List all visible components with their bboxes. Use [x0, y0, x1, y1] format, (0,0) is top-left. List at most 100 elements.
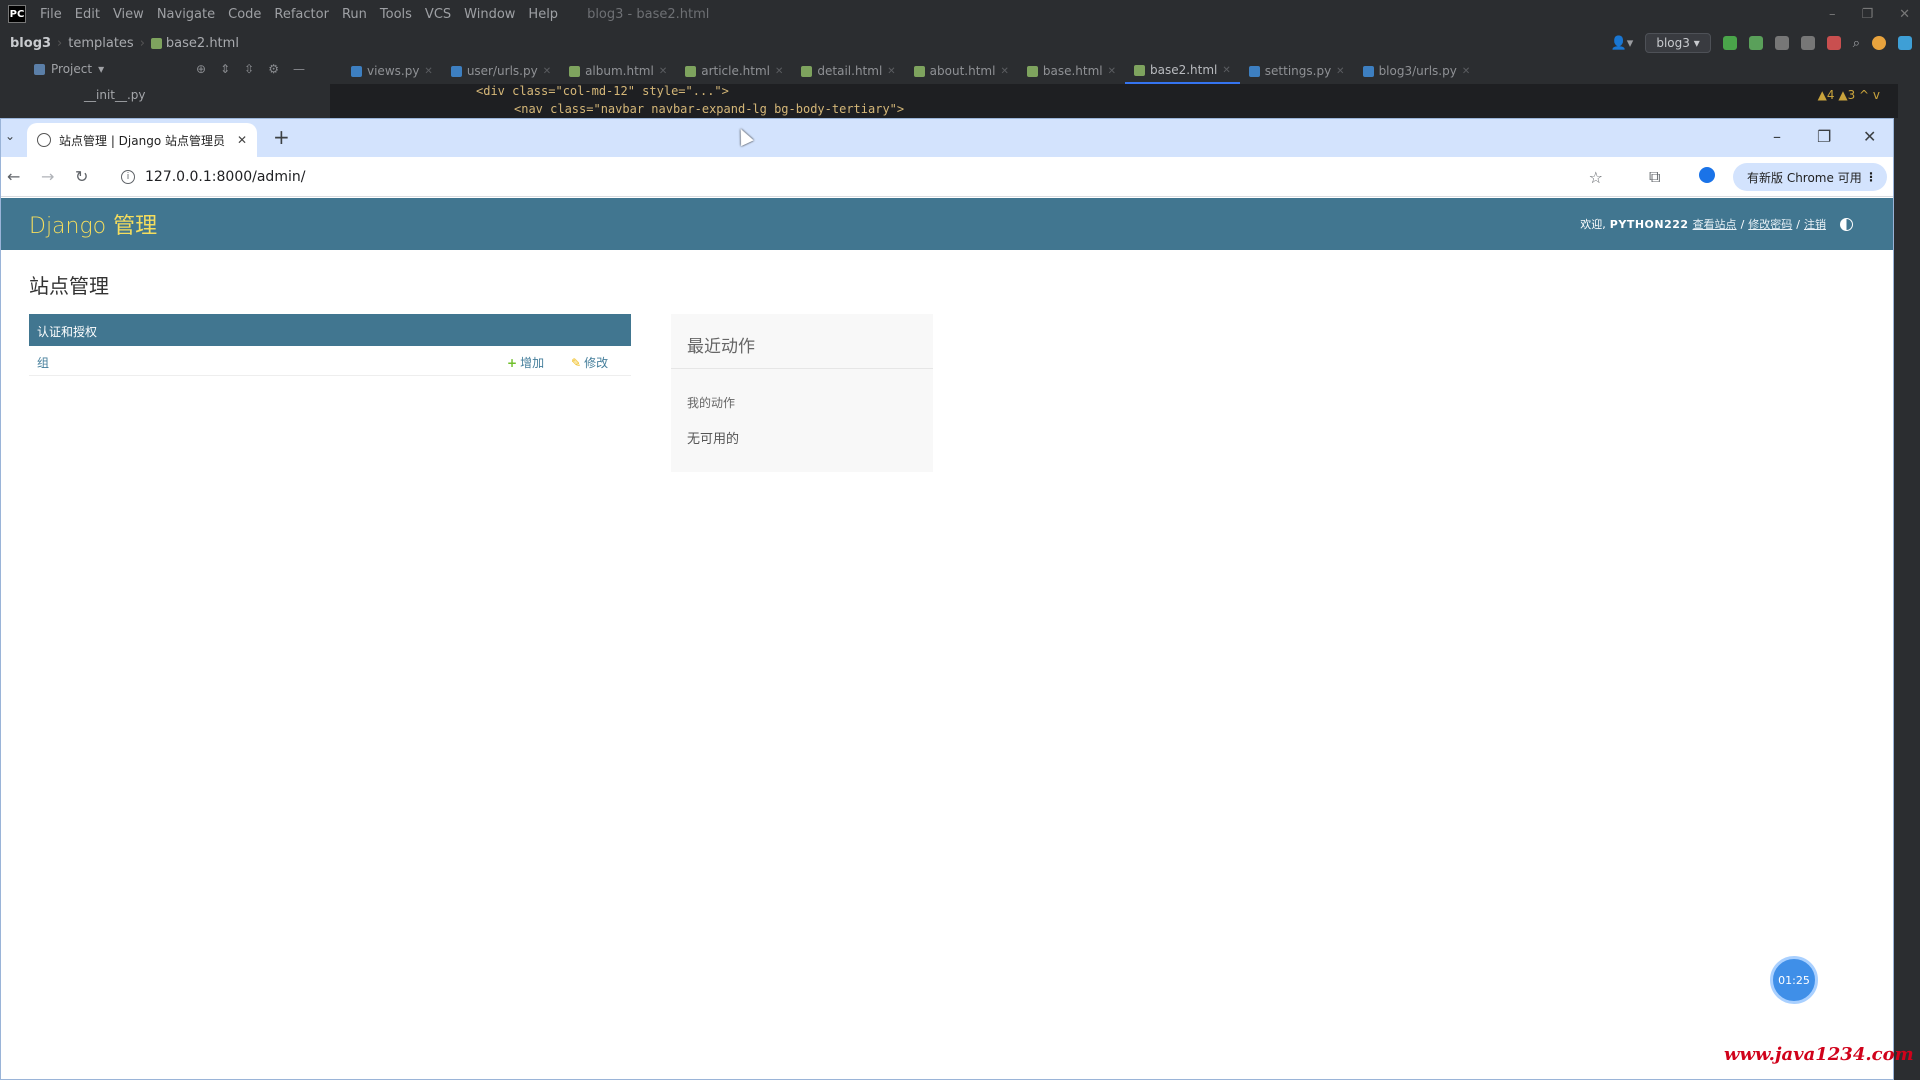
python-file-icon	[1248, 65, 1260, 77]
menu-vcs[interactable]: VCS	[425, 7, 451, 22]
editor-tab-active[interactable]: base2.html ✕	[1125, 58, 1240, 84]
python-file-icon	[450, 65, 462, 77]
editor-tab-label: base.html	[1042, 64, 1103, 78]
update-icon[interactable]	[1872, 36, 1886, 50]
close-tab-icon[interactable]: ✕	[1108, 66, 1116, 77]
breadcrumb-folder[interactable]: templates	[68, 36, 133, 51]
address-bar[interactable]: i 127.0.0.1:8000/admin/ ☆	[111, 162, 1611, 192]
menu-window[interactable]: Window	[464, 7, 515, 22]
close-tab-icon[interactable]: ✕	[1222, 65, 1230, 76]
menu-code[interactable]: Code	[228, 7, 261, 22]
close-icon[interactable]: ✕	[1899, 7, 1910, 22]
hide-icon[interactable]: —	[293, 62, 305, 76]
inspection-warnings[interactable]: ▲4 ▲3 ^ v	[1818, 88, 1880, 102]
new-tab-button[interactable]: +	[273, 125, 290, 149]
site-info-icon[interactable]: i	[121, 170, 135, 184]
menu-edit[interactable]: Edit	[75, 7, 100, 22]
close-window-icon[interactable]: ✕	[1863, 127, 1876, 146]
close-tab-icon[interactable]: ✕	[424, 66, 432, 77]
stop-icon[interactable]	[1826, 36, 1841, 50]
tree-node[interactable]: __init__.py	[84, 88, 146, 102]
more-run-icon[interactable]	[1800, 36, 1815, 50]
close-tab-icon[interactable]: ✕	[1000, 66, 1008, 77]
editor-tab[interactable]: album.html ✕	[560, 58, 676, 84]
close-tab-icon[interactable]: ✕	[237, 133, 247, 147]
menu-view[interactable]: View	[113, 7, 144, 22]
collapse-all-icon[interactable]: ⇳	[244, 62, 254, 76]
file-tab-list: views.py ✕ user/urls.py ✕ album.html ✕ arti…	[342, 58, 1479, 84]
menu-file[interactable]: File	[40, 7, 62, 22]
html-file-icon	[1026, 65, 1038, 77]
editor-tab[interactable]: blog3/urls.py ✕	[1354, 58, 1480, 84]
chrome-update-button[interactable]: 有新版 Chrome 可用 ⋮	[1733, 163, 1887, 191]
python-file-icon	[1362, 65, 1374, 77]
editor-tab[interactable]: detail.html ✕	[792, 58, 904, 84]
editor-tab[interactable]: base.html ✕	[1018, 58, 1125, 84]
reload-icon[interactable]: ↻	[75, 167, 88, 186]
view-site-link[interactable]: 查看站点	[1693, 216, 1737, 232]
browser-tab-active[interactable]: 站点管理 | Django 站点管理员 ✕	[27, 123, 257, 157]
minimize-icon[interactable]: –	[1829, 7, 1836, 22]
logout-link[interactable]: 注销	[1804, 216, 1826, 232]
forward-icon[interactable]: →	[41, 167, 54, 186]
project-label: Project	[51, 62, 93, 76]
tab-search-icon[interactable]: ⌄	[5, 129, 15, 143]
editor-tab[interactable]: user/urls.py ✕	[442, 58, 560, 84]
change-label: 修改	[584, 356, 609, 370]
user-icon[interactable]: 👤▾	[1611, 36, 1634, 51]
project-tools: ⊕ ⇕ ⇳ ⚙ —	[196, 62, 305, 76]
maximize-icon[interactable]: ❐	[1861, 7, 1873, 22]
editor-tab[interactable]: settings.py ✕	[1240, 58, 1354, 84]
restore-icon[interactable]: ❐	[1817, 127, 1831, 146]
menu-run[interactable]: Run	[342, 7, 367, 22]
pycharm-logo-icon: PC	[8, 5, 26, 23]
page-title: 站点管理	[29, 274, 109, 298]
kebab-menu-icon[interactable]: ⋮	[1865, 170, 1877, 184]
divider	[671, 368, 933, 369]
minimize-icon[interactable]: –	[1773, 127, 1781, 146]
close-tab-icon[interactable]: ✕	[543, 66, 551, 77]
debug-icon[interactable]	[1748, 36, 1763, 50]
ide-navbar: blog3 › templates › base2.html 👤▾ blog3 …	[0, 28, 1920, 58]
menu-refactor[interactable]: Refactor	[274, 7, 329, 22]
coverage-icon[interactable]	[1774, 36, 1789, 50]
search-icon[interactable]: ⌕	[1853, 36, 1860, 51]
plugin-icon[interactable]	[1898, 36, 1912, 50]
editor-tab[interactable]: article.html ✕	[676, 58, 792, 84]
menu-help[interactable]: Help	[528, 7, 558, 22]
settings-icon[interactable]: ⚙	[268, 62, 279, 76]
link-separator: /	[1740, 217, 1745, 231]
add-link[interactable]: + 增加	[507, 354, 544, 371]
editor-tab-label: about.html	[929, 64, 996, 78]
ide-right-tool-strip	[1898, 58, 1920, 1080]
locate-icon[interactable]: ⊕	[196, 62, 206, 76]
close-tab-icon[interactable]: ✕	[887, 66, 895, 77]
expand-all-icon[interactable]: ⇕	[220, 62, 230, 76]
editor-tab[interactable]: about.html ✕	[905, 58, 1018, 84]
folder-icon	[34, 63, 45, 75]
extensions-icon[interactable]: ⧉	[1649, 167, 1660, 187]
profile-avatar-icon[interactable]	[1699, 167, 1715, 183]
project-tool-button[interactable]: Project ▾	[34, 62, 104, 76]
back-icon[interactable]: ←	[7, 167, 20, 186]
site-branding[interactable]: Django 管理	[29, 208, 157, 240]
run-config-selector[interactable]: blog3 ▾	[1645, 33, 1711, 53]
close-tab-icon[interactable]: ✕	[659, 66, 667, 77]
close-tab-icon[interactable]: ✕	[775, 66, 783, 77]
change-password-link[interactable]: 修改密码	[1748, 216, 1792, 232]
menu-tools[interactable]: Tools	[380, 7, 412, 22]
rerun-icon[interactable]	[1722, 36, 1737, 50]
breadcrumb-project[interactable]: blog3	[10, 36, 51, 51]
app-caption[interactable]: 认证和授权	[29, 314, 631, 346]
bookmark-star-icon[interactable]: ☆	[1589, 168, 1603, 187]
breadcrumb-file[interactable]: base2.html	[150, 36, 239, 51]
python-file-icon	[351, 65, 362, 77]
change-link[interactable]: ✎ 修改	[571, 354, 608, 371]
editor-tab[interactable]: views.py ✕	[342, 58, 442, 84]
close-tab-icon[interactable]: ✕	[1336, 66, 1344, 77]
model-link[interactable]: 组	[37, 354, 49, 371]
close-tab-icon[interactable]: ✕	[1462, 66, 1470, 77]
theme-toggle-icon[interactable]	[1840, 217, 1853, 231]
menu-navigate[interactable]: Navigate	[157, 7, 215, 22]
recording-timer-badge[interactable]: 01:25	[1770, 956, 1818, 1004]
